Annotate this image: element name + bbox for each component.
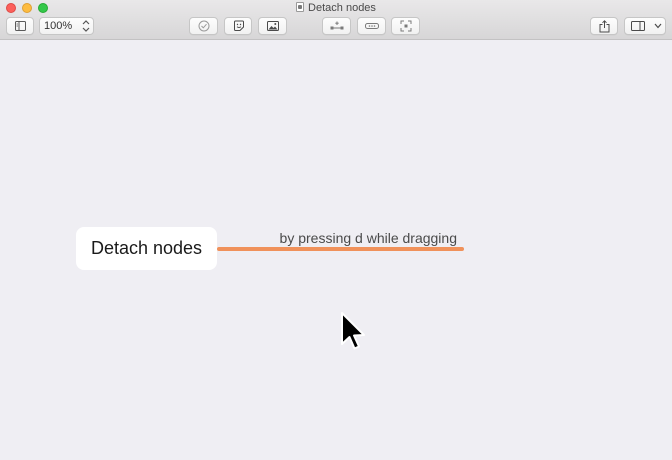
image-icon: [267, 21, 279, 31]
sidebar-toggle-button[interactable]: [6, 17, 34, 35]
inspector-icon: [631, 21, 645, 31]
window-title: Detach nodes: [0, 1, 672, 15]
share-button[interactable]: [590, 17, 618, 35]
add-sibling-node-icon: [365, 23, 379, 29]
sticker-icon: [234, 20, 244, 31]
connector-label: by pressing d while dragging: [279, 230, 457, 246]
mouse-pointer-icon: [341, 312, 365, 350]
app-window: Detach nodes 100% by pressing d while dr…: [0, 0, 672, 460]
sidebar-icon: [15, 21, 26, 31]
zoom-value: 100%: [44, 20, 73, 32]
checkmark-circle-icon: [198, 20, 210, 32]
focus-icon: [400, 20, 412, 32]
add-child-node-icon: [330, 21, 344, 30]
image-button[interactable]: [258, 17, 287, 35]
add-sibling-button[interactable]: [357, 17, 386, 35]
mind-map-node[interactable]: Detach nodes: [76, 227, 217, 270]
chevron-down-icon[interactable]: [654, 23, 662, 29]
focus-button[interactable]: [391, 17, 420, 35]
zoom-stepper[interactable]: 100%: [39, 17, 94, 35]
stepper-arrows-icon[interactable]: [82, 19, 90, 33]
document-icon: [296, 2, 305, 12]
share-icon: [599, 20, 610, 33]
add-child-button[interactable]: [322, 17, 351, 35]
title-bar: Detach nodes 100%: [0, 0, 672, 40]
window-title-text: Detach nodes: [308, 2, 376, 14]
node-connector-line[interactable]: [217, 247, 464, 251]
sticker-button[interactable]: [224, 17, 252, 35]
inspector-toggle-button[interactable]: [624, 17, 666, 35]
task-button[interactable]: [189, 17, 218, 35]
